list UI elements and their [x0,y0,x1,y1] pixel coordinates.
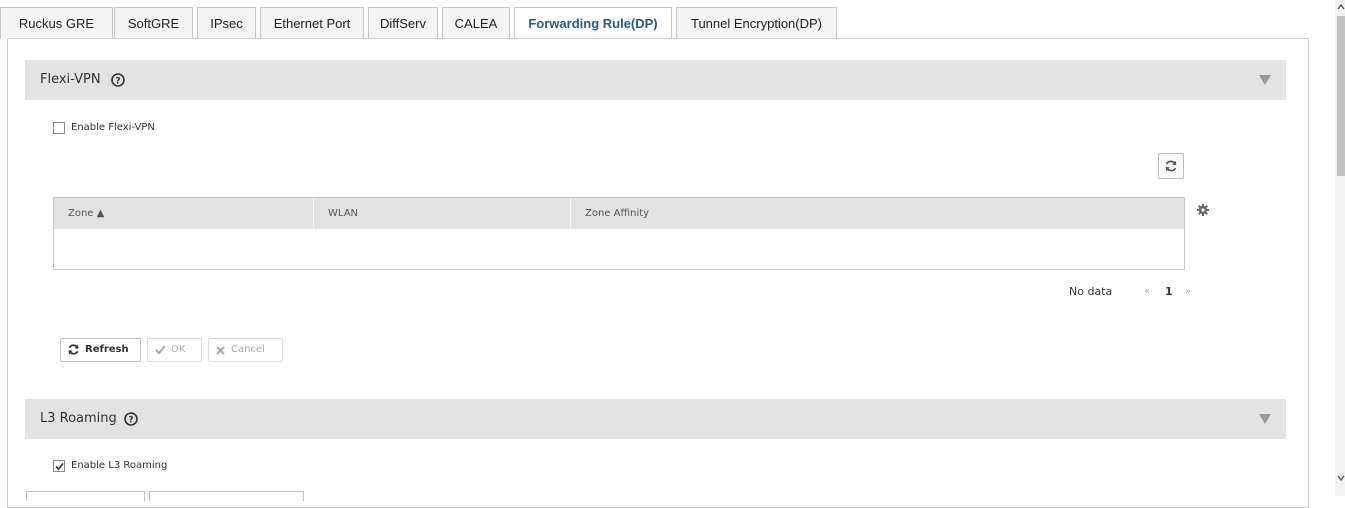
pager-current-page[interactable]: 1 [1165,285,1173,298]
refresh-icon [68,344,79,355]
tab-diffserv[interactable]: DiffServ [368,7,438,38]
enable-flexi-vpn-checkbox[interactable] [53,122,65,134]
pager-prev[interactable]: « [1144,286,1150,297]
enable-flexi-vpn-label: Enable Flexi-VPN [71,122,155,133]
l3-roaming-button-partial[interactable] [26,491,145,501]
refresh-button-label: Refresh [85,344,129,355]
tab-softgre[interactable]: SoftGRE [114,7,193,38]
tab-forwarding-rule[interactable]: Forwarding Rule(DP) [514,7,672,40]
tab-ruckus-gre[interactable]: Ruckus GRE [0,7,113,38]
refresh-icon [1165,160,1177,172]
table-refresh-button[interactable] [1158,153,1184,179]
collapse-icon[interactable] [1259,74,1271,86]
svg-text:?: ? [128,416,133,426]
cancel-button-label: Cancel [231,344,265,355]
check-icon [55,462,64,471]
pager-next[interactable]: » [1185,286,1191,297]
cancel-button[interactable]: Cancel [208,338,283,362]
flexi-vpn-title: Flexi-VPN [40,72,101,87]
enable-l3-roaming-label: Enable L3 Roaming [71,460,168,471]
pager-status: No data [1069,285,1113,298]
check-icon [155,345,166,355]
collapse-icon[interactable] [1259,413,1271,425]
scroll-down-icon[interactable] [1337,474,1345,482]
refresh-button[interactable]: Refresh [60,338,141,362]
help-icon[interactable]: ? [124,412,138,426]
svg-text:?: ? [115,77,120,87]
column-header-zone-affinity[interactable]: Zone Affinity [571,198,1184,229]
close-icon [216,346,225,355]
column-header-wlan[interactable]: WLAN [314,198,570,229]
tab-ipsec[interactable]: IPsec [197,7,256,38]
scroll-up-icon[interactable] [1337,3,1345,11]
gear-icon[interactable] [1197,204,1209,216]
tab-calea[interactable]: CALEA [442,7,510,38]
l3-roaming-title: L3 Roaming [40,411,117,426]
tab-ethernet-port[interactable]: Ethernet Port [260,7,364,38]
scrollbar-thumb[interactable] [1337,16,1345,176]
help-icon[interactable]: ? [111,73,125,87]
l3-roaming-section-header[interactable]: L3 Roaming ? [25,399,1286,439]
flexi-vpn-section-header[interactable]: Flexi-VPN ? [25,60,1286,100]
column-header-zone[interactable]: Zone ▲ [54,198,313,229]
table-header: Zone ▲ WLAN Zone Affinity [54,198,1184,229]
flexi-vpn-table: Zone ▲ WLAN Zone Affinity [53,197,1185,270]
enable-l3-roaming-checkbox[interactable] [53,460,65,472]
l3-roaming-button-partial-2[interactable] [149,491,304,501]
ok-button[interactable]: OK [147,338,202,362]
ok-button-label: OK [171,344,186,355]
tab-tunnel-encryption[interactable]: Tunnel Encryption(DP) [676,7,837,38]
